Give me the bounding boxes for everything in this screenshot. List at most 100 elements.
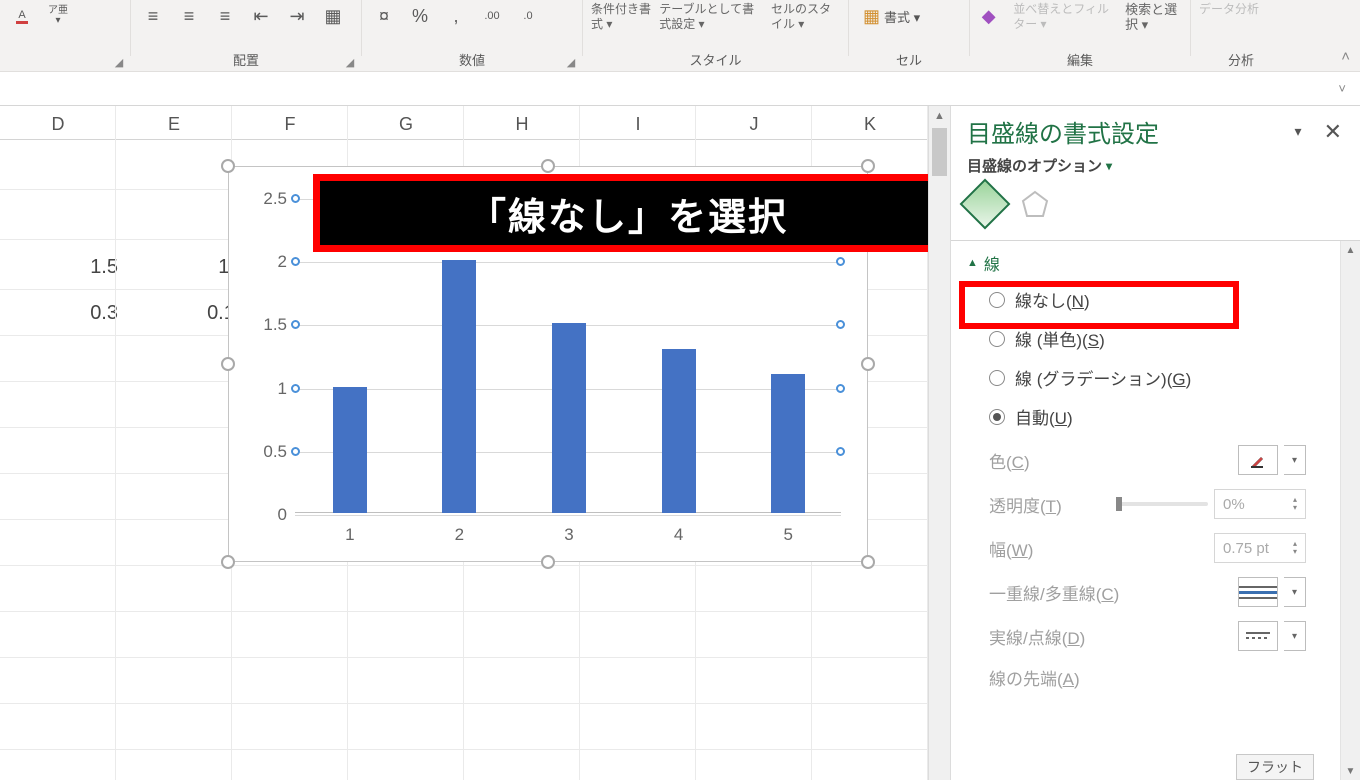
resize-handle[interactable] (861, 159, 875, 173)
gridline-marker[interactable] (836, 384, 845, 393)
percent-format-icon[interactable]: % (406, 2, 434, 30)
worksheet[interactable]: DEFGHIJK 1.5 1.3 0.3 0.15 (0, 106, 928, 780)
prop-compound[interactable]: 一重線/多重線(C) ▾ (989, 577, 1306, 607)
align-right-icon[interactable]: ≡ (211, 2, 239, 30)
pane-options-dropdown[interactable]: ▾ (1295, 123, 1302, 140)
resize-handle[interactable] (221, 357, 235, 371)
compound-dropdown[interactable]: ▾ (1284, 577, 1306, 607)
format-as-table-button[interactable]: テーブルとして書式設定 ▾ (659, 2, 763, 32)
sort-filter-button[interactable]: 並べ替えとフィルター ▾ (1013, 2, 1111, 32)
dash-type-button[interactable] (1238, 621, 1278, 651)
sheet-vertical-scrollbar[interactable]: ▲ (928, 106, 950, 780)
resize-handle[interactable] (221, 555, 235, 569)
column-header[interactable]: G (348, 112, 464, 139)
prop-cap[interactable]: 線の先端(A) (989, 665, 1306, 690)
align-center-icon[interactable]: ≡ (175, 2, 203, 30)
cell[interactable] (116, 140, 232, 240)
decrease-decimal-icon[interactable]: .0 (514, 2, 542, 30)
scroll-down-arrow[interactable]: ▼ (1341, 762, 1360, 780)
data-analysis-button[interactable]: データ分析 (1199, 2, 1259, 16)
gridline-marker[interactable] (836, 447, 845, 456)
resize-handle[interactable] (221, 159, 235, 173)
cap-type-flat-button[interactable]: フラット (1236, 754, 1314, 780)
cell-styles-button[interactable]: セルのスタイル ▾ (771, 2, 840, 32)
effects-tab-icon[interactable] (1017, 186, 1053, 222)
resize-handle[interactable] (541, 555, 555, 569)
pane-scrollbar[interactable]: ▲ ▼ (1340, 241, 1360, 780)
prop-dash[interactable]: 実線/点線(D) ▾ (989, 621, 1306, 651)
chevron-down-icon[interactable]: ▾ (1106, 159, 1112, 173)
column-header[interactable]: K (812, 112, 928, 139)
column-header[interactable]: J (696, 112, 812, 139)
color-picker-button[interactable] (1238, 445, 1278, 475)
gridline-marker[interactable] (291, 384, 300, 393)
cells-group-label: セル (849, 51, 969, 71)
prop-transparency[interactable]: 透明度(T) 0%▴▾ (989, 489, 1306, 519)
gridline-marker[interactable] (291, 320, 300, 329)
column-header[interactable]: F (232, 112, 348, 139)
scroll-up-arrow[interactable]: ▲ (1341, 241, 1360, 259)
collapse-ribbon-icon[interactable]: ˄ (1341, 48, 1350, 65)
transparency-slider[interactable] (1118, 502, 1208, 506)
y-axis-label: 0.5 (247, 442, 295, 462)
chart-bar[interactable] (771, 374, 805, 513)
cell-d2[interactable]: 0.3 (0, 302, 128, 325)
radio-no-line[interactable]: 線なし(N) (989, 287, 1324, 312)
cell-d1[interactable]: 1.5 (0, 256, 128, 279)
scroll-thumb[interactable] (932, 128, 947, 176)
column-header[interactable]: D (0, 112, 116, 139)
column-header[interactable]: E (116, 112, 232, 139)
formula-bar-expand-icon[interactable]: ˅ (1338, 81, 1346, 96)
cell-format-button[interactable]: ▦ 書式 ▾ (857, 2, 926, 30)
ribbon: A ア亜▾ ◢ ≡ ≡ ≡ ⇤ ⇥ ▦ 配置 ◢ ¤ % , .00 .0 数値 (0, 0, 1360, 72)
font-group-launcher[interactable]: ◢ (112, 55, 126, 69)
chart-bar[interactable] (552, 323, 586, 513)
number-group-label: 数値 (362, 51, 582, 71)
chart-bar[interactable] (333, 387, 367, 513)
align-left-icon[interactable]: ≡ (139, 2, 167, 30)
transparency-input[interactable]: 0%▴▾ (1214, 489, 1306, 519)
color-dropdown[interactable]: ▾ (1284, 445, 1306, 475)
line-section-header[interactable]: ▲ 線 (951, 241, 1340, 287)
resize-handle[interactable] (861, 555, 875, 569)
decrease-indent-icon[interactable]: ⇤ (247, 2, 275, 30)
conditional-formatting-button[interactable]: 条件付き書式 ▾ (591, 2, 651, 32)
resize-handle[interactable] (541, 159, 555, 173)
prop-color[interactable]: 色(C) ▾ (989, 445, 1306, 475)
y-axis-label: 2.5 (247, 189, 295, 209)
increase-decimal-icon[interactable]: .00 (478, 2, 506, 30)
width-input[interactable]: 0.75 pt▴▾ (1214, 533, 1306, 563)
alignment-group-launcher[interactable]: ◢ (343, 55, 357, 69)
phonetic-guide-button[interactable]: ア亜▾ (44, 2, 72, 30)
radio-solid-line[interactable]: 線 (単色)(S) (989, 326, 1324, 351)
fill-line-tab-icon[interactable] (960, 179, 1011, 230)
y-axis-label: 1.5 (247, 315, 295, 335)
number-group-launcher[interactable]: ◢ (564, 55, 578, 69)
compound-line-button[interactable] (1238, 577, 1278, 607)
chart-bar[interactable] (662, 349, 696, 513)
chart-bar[interactable] (442, 260, 476, 513)
merge-cells-icon[interactable]: ▦ (319, 2, 347, 30)
radio-gradient-line[interactable]: 線 (グラデーション)(G) (989, 365, 1324, 390)
gridline-marker[interactable] (291, 194, 300, 203)
radio-automatic[interactable]: 自動(U) (989, 404, 1324, 429)
font-color-button[interactable]: A (8, 2, 36, 30)
scroll-up-arrow[interactable]: ▲ (929, 106, 950, 126)
pane-subtitle[interactable]: 目盛線のオプション (967, 155, 1102, 176)
dash-dropdown[interactable]: ▾ (1284, 621, 1306, 651)
increase-indent-icon[interactable]: ⇥ (283, 2, 311, 30)
comma-format-icon[interactable]: , (442, 2, 470, 30)
gridline-marker[interactable] (836, 320, 845, 329)
resize-handle[interactable] (861, 357, 875, 371)
column-header[interactable]: H (464, 112, 580, 139)
fill-color-icon[interactable]: ◆ (978, 2, 999, 30)
pane-close-button[interactable]: ✕ (1324, 119, 1342, 145)
gridline-marker[interactable] (291, 447, 300, 456)
gridline-marker[interactable] (291, 257, 300, 266)
gridline-marker[interactable] (836, 257, 845, 266)
find-select-button[interactable]: 検索と選択 ▾ (1125, 2, 1182, 32)
prop-width[interactable]: 幅(W) 0.75 pt▴▾ (989, 533, 1306, 563)
cell[interactable] (0, 140, 116, 240)
currency-format-icon[interactable]: ¤ (370, 2, 398, 30)
column-header[interactable]: I (580, 112, 696, 139)
